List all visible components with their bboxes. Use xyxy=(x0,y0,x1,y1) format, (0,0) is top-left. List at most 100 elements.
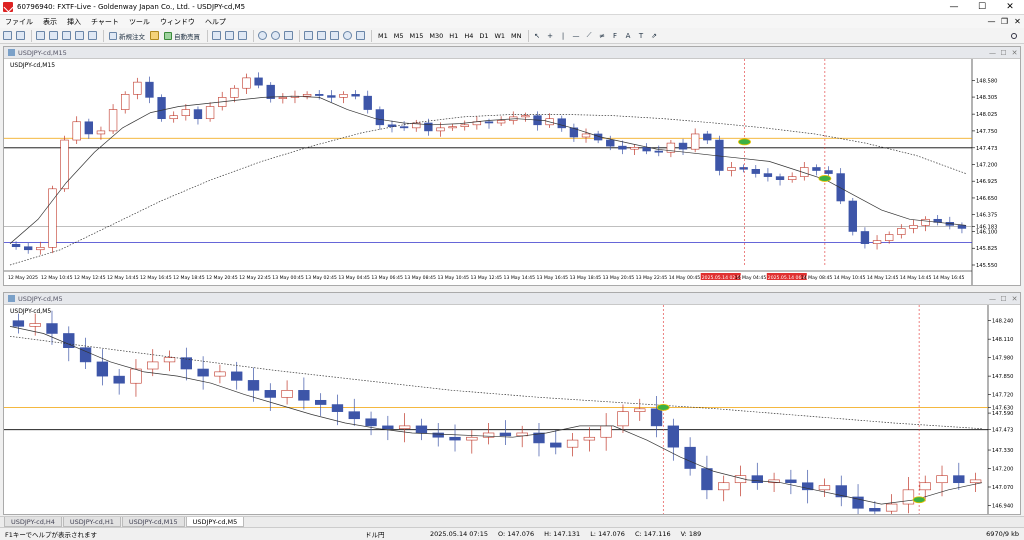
chart-window-m15[interactable]: USDJPY-cd,M15 — ☐ ✕ USDJPY-cd,M15 148.580 14… xyxy=(3,46,1021,286)
chart-maximize-button[interactable]: ☐ xyxy=(998,295,1009,303)
top-time-label: 12 May 18:45 xyxy=(173,275,205,281)
menu-window[interactable]: ウィンドウ xyxy=(155,17,200,27)
chart-maximize-button[interactable]: ☐ xyxy=(998,49,1009,57)
chart-minimize-button[interactable]: — xyxy=(987,49,998,57)
search-icon[interactable] xyxy=(1008,30,1020,42)
line-chart-icon[interactable] xyxy=(237,30,248,42)
top-candle-body xyxy=(884,234,894,241)
label-icon[interactable]: T xyxy=(636,30,647,42)
arrows-icon[interactable]: ⇗ xyxy=(649,30,660,42)
strategy-tester-icon[interactable] xyxy=(87,30,98,42)
tf-h1[interactable]: H1 xyxy=(446,30,461,41)
bot-candle-body xyxy=(583,436,596,441)
templates-icon[interactable] xyxy=(355,30,366,42)
chart-close-button[interactable]: ✕ xyxy=(1009,295,1020,303)
top-candle-body xyxy=(205,106,215,120)
tf-d1[interactable]: D1 xyxy=(476,30,491,41)
tf-m30[interactable]: M30 xyxy=(426,30,446,41)
maximize-button[interactable]: ☐ xyxy=(968,0,996,15)
fibonacci-icon[interactable]: F xyxy=(610,30,621,42)
tab-usdjpy-h1[interactable]: USDJPY-cd,H1 xyxy=(62,517,121,527)
top-time-label: 12 May 10:45 xyxy=(41,275,73,281)
zoom-out-icon[interactable] xyxy=(270,30,281,42)
profiles-icon[interactable] xyxy=(15,30,26,42)
menu-file[interactable]: ファイル xyxy=(0,17,38,27)
tf-m1[interactable]: M1 xyxy=(375,30,391,41)
bot-price-label: 147.473 xyxy=(992,428,1013,434)
top-time-label: 13 May 02:45 xyxy=(305,275,337,281)
top-candle-body xyxy=(715,139,724,171)
text-icon[interactable]: A xyxy=(623,30,634,42)
top-time-label: 13 May 06:45 xyxy=(371,275,403,281)
new-chart-icon[interactable] xyxy=(2,30,13,42)
periods-icon[interactable] xyxy=(342,30,353,42)
tf-w1[interactable]: W1 xyxy=(491,30,508,41)
tile-windows-icon[interactable] xyxy=(283,30,294,42)
top-time-label: 12 May 14:45 xyxy=(107,275,139,281)
top-candle-body xyxy=(351,94,360,97)
data-window-icon[interactable] xyxy=(48,30,59,42)
bar-chart-icon[interactable] xyxy=(211,30,222,42)
top-candle-body xyxy=(315,94,324,96)
metaeditor-icon[interactable] xyxy=(149,30,160,42)
horizontal-line-icon[interactable]: — xyxy=(571,30,582,42)
top-candle-body xyxy=(193,109,203,120)
top-candle-body xyxy=(872,240,882,244)
close-button[interactable]: ✕ xyxy=(996,0,1024,15)
equidistant-channel-icon[interactable]: ≠ xyxy=(597,30,608,42)
top-candle-body xyxy=(108,109,118,132)
status-close: C: 147.116 xyxy=(634,530,671,538)
child-restore-button[interactable]: ❐ xyxy=(998,17,1011,26)
tf-mn[interactable]: MN xyxy=(508,30,524,41)
top-candle-body xyxy=(84,121,94,135)
top-candle-body xyxy=(678,142,688,150)
price-chart-m5[interactable]: USDJPY-cd,M5 148.240 148.110 147.980 147.850… xyxy=(4,305,1020,525)
tab-usdjpy-m5[interactable]: USDJPY-cd,M5 xyxy=(185,517,245,527)
menu-tools[interactable]: ツール xyxy=(124,17,155,27)
candlestick-icon[interactable] xyxy=(224,30,235,42)
crosshair-icon[interactable]: + xyxy=(545,30,556,42)
tf-h4[interactable]: H4 xyxy=(461,30,476,41)
navigator-icon[interactable] xyxy=(61,30,72,42)
child-close-button[interactable]: ✕ xyxy=(1011,17,1024,26)
bot-candle-body xyxy=(953,475,965,484)
zoom-in-icon[interactable] xyxy=(257,30,268,42)
top-candle-body xyxy=(897,228,906,235)
top-price-label: 145.550 xyxy=(976,263,997,269)
top-candle-body xyxy=(957,225,967,229)
status-open: O: 147.076 xyxy=(498,530,535,538)
cursor-icon[interactable]: ↖ xyxy=(532,30,543,42)
trendline-icon[interactable]: ⟋ xyxy=(584,30,595,42)
chart-window-m5[interactable]: USDJPY-cd,M5 — ☐ ✕ USDJPY-cd,M5 148.240 148.… xyxy=(3,292,1021,525)
tab-usdjpy-m15[interactable]: USDJPY-cd,M15 xyxy=(121,517,185,527)
auto-scroll-icon[interactable] xyxy=(316,30,327,42)
chart-window-title: USDJPY-cd,M15 xyxy=(18,48,67,57)
menu-help[interactable]: ヘルプ xyxy=(200,17,231,27)
indicators-icon[interactable] xyxy=(329,30,340,42)
bot-candle-body xyxy=(902,489,915,505)
minimize-button[interactable]: — xyxy=(940,0,968,15)
chart-close-button[interactable]: ✕ xyxy=(1009,49,1020,57)
tf-m15[interactable]: M15 xyxy=(407,30,427,41)
market-watch-icon[interactable] xyxy=(35,30,46,42)
terminal-icon[interactable] xyxy=(74,30,85,42)
top-time-label: 13 May 04:45 xyxy=(338,275,370,281)
menu-chart[interactable]: チャート xyxy=(86,17,124,27)
new-order-button[interactable]: 新規注文 xyxy=(107,30,147,42)
top-time-label: 12 May 16:45 xyxy=(140,275,172,281)
chart-shift-icon[interactable] xyxy=(303,30,314,42)
bot-price-label: 148.240 xyxy=(992,319,1013,325)
menu-insert[interactable]: 挿入 xyxy=(62,17,86,27)
top-time-label: 14 May 04:45 xyxy=(735,275,767,281)
top-candle-body xyxy=(181,109,191,116)
vertical-line-icon[interactable]: | xyxy=(558,30,569,42)
top-candle-body xyxy=(157,97,166,120)
top-time-label: 13 May 08:45 xyxy=(404,275,436,281)
tab-usdjpy-h4[interactable]: USDJPY-cd,H4 xyxy=(4,517,62,527)
menu-view[interactable]: 表示 xyxy=(38,17,62,27)
chart-minimize-button[interactable]: — xyxy=(987,295,998,303)
auto-trading-button[interactable]: 自動売買 xyxy=(162,30,202,42)
price-chart-m15[interactable]: USDJPY-cd,M15 148.580 148.305 148.025 147.75… xyxy=(4,59,1020,285)
tf-m5[interactable]: M5 xyxy=(391,30,407,41)
child-minimize-button[interactable]: — xyxy=(985,17,998,26)
